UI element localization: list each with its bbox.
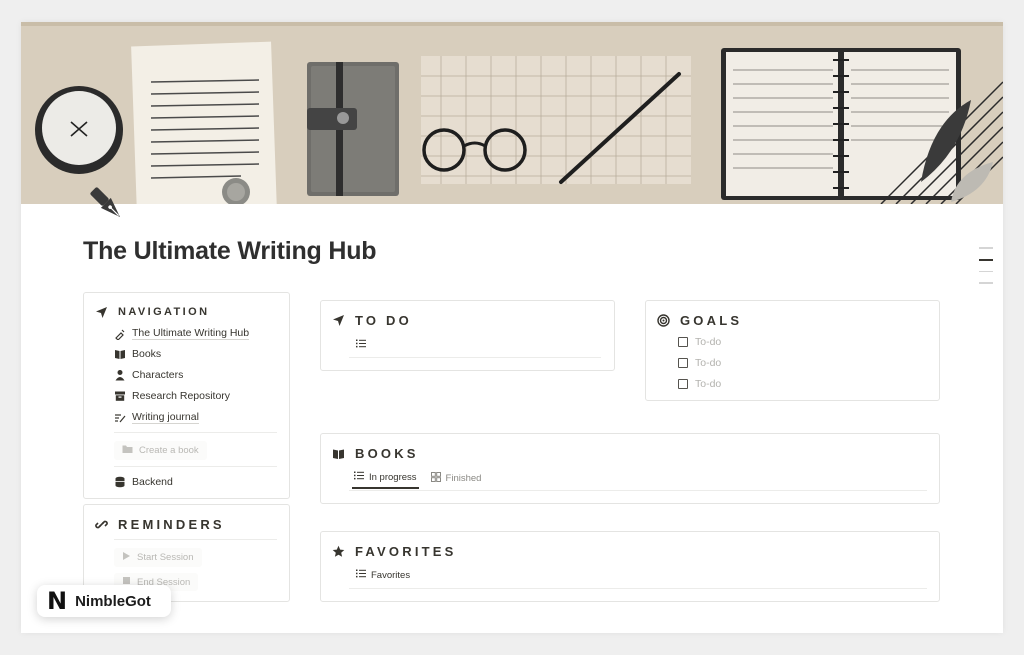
brand-badge[interactable]: N NimbleGot <box>37 585 171 617</box>
database-icon <box>114 476 126 488</box>
todo-list-view-tab[interactable] <box>354 339 368 355</box>
start-session-label: Start Session <box>137 552 194 563</box>
create-book-button[interactable]: Create a book <box>114 441 207 460</box>
journal-pen-icon <box>114 412 126 424</box>
books-divider <box>349 490 927 491</box>
open-book-icon <box>331 447 345 461</box>
brand-name: NimbleGot <box>75 592 151 610</box>
goal-todo-item[interactable]: To-do <box>678 357 721 369</box>
nav-item-research-repository[interactable]: Research Repository <box>114 390 230 402</box>
play-icon <box>122 551 131 564</box>
books-card: BOOKS In progress Finished <box>320 433 940 504</box>
checkbox[interactable] <box>678 379 688 389</box>
pen-nib-icon <box>114 328 126 340</box>
nav-item-label: Characters <box>132 369 184 381</box>
nav-item-books[interactable]: Books <box>114 348 161 360</box>
tab-in-progress[interactable]: In progress <box>352 471 419 489</box>
location-arrow-icon <box>94 305 108 319</box>
list-icon <box>356 339 366 351</box>
goal-todo-label: To-do <box>695 357 722 369</box>
goals-heading: GOALS <box>680 313 743 328</box>
nav-item-backend[interactable]: Backend <box>114 476 173 488</box>
goal-todo-label: To-do <box>695 336 722 348</box>
folder-icon <box>122 444 133 457</box>
fountain-pen-icon[interactable] <box>85 182 131 228</box>
favorites-divider <box>349 588 927 589</box>
nav-item-label: The Ultimate Writing Hub <box>132 327 250 340</box>
table-of-contents[interactable] <box>979 247 993 294</box>
tab-label: Favorites <box>371 569 411 581</box>
location-arrow-icon <box>331 314 345 328</box>
nav-item-characters[interactable]: Characters <box>114 369 183 381</box>
nav-item-writing-hub[interactable]: The Ultimate Writing Hub <box>114 327 250 340</box>
page-frame: The Ultimate Writing Hub NAVIGATION The … <box>21 22 1003 633</box>
list-icon <box>356 569 366 581</box>
books-heading: BOOKS <box>355 446 419 461</box>
list-icon <box>354 471 364 483</box>
gallery-icon <box>430 471 441 485</box>
checkbox[interactable] <box>678 358 688 368</box>
tab-label: Finished <box>445 472 482 484</box>
archive-icon <box>114 390 126 402</box>
cover-illustration <box>21 22 1003 204</box>
reminders-divider <box>114 539 277 540</box>
todo-card: TO DO <box>320 300 615 371</box>
backend-label: Backend <box>132 476 173 488</box>
tab-label: In progress <box>369 471 417 483</box>
reminders-heading: REMINDERS <box>118 517 225 532</box>
favorites-heading: FAVORITES <box>355 544 457 559</box>
start-session-button[interactable]: Start Session <box>114 548 202 567</box>
tab-finished[interactable]: Finished <box>429 471 484 489</box>
checkbox[interactable] <box>678 337 688 347</box>
page-title: The Ultimate Writing Hub <box>83 237 377 265</box>
link-icon <box>94 518 108 532</box>
goal-todo-item[interactable]: To-do <box>678 378 721 390</box>
open-book-icon <box>114 348 126 360</box>
nav-divider <box>114 432 277 433</box>
nav-item-label: Writing journal <box>132 411 199 424</box>
create-book-label: Create a book <box>139 445 199 456</box>
nav-item-label: Research Repository <box>132 390 231 402</box>
todo-heading: TO DO <box>355 313 412 328</box>
todo-divider <box>349 357 601 358</box>
goal-todo-item[interactable]: To-do <box>678 336 721 348</box>
star-icon <box>331 545 345 559</box>
tab-favorites[interactable]: Favorites <box>354 569 412 585</box>
nav-item-writing-journal[interactable]: Writing journal <box>114 411 199 424</box>
target-icon <box>656 314 670 328</box>
nav-item-label: Books <box>132 348 162 360</box>
goals-card: GOALS To-do To-do To-do <box>645 300 940 401</box>
cover-image[interactable] <box>21 22 1003 204</box>
person-icon <box>114 369 126 381</box>
favorites-card: FAVORITES Favorites <box>320 531 940 602</box>
nav-divider <box>114 466 277 467</box>
goal-todo-label: To-do <box>695 378 722 390</box>
navigation-heading: NAVIGATION <box>118 306 210 318</box>
brand-logo: N <box>47 587 68 615</box>
navigation-card: NAVIGATION The Ultimate Writing Hub Book… <box>83 292 290 499</box>
